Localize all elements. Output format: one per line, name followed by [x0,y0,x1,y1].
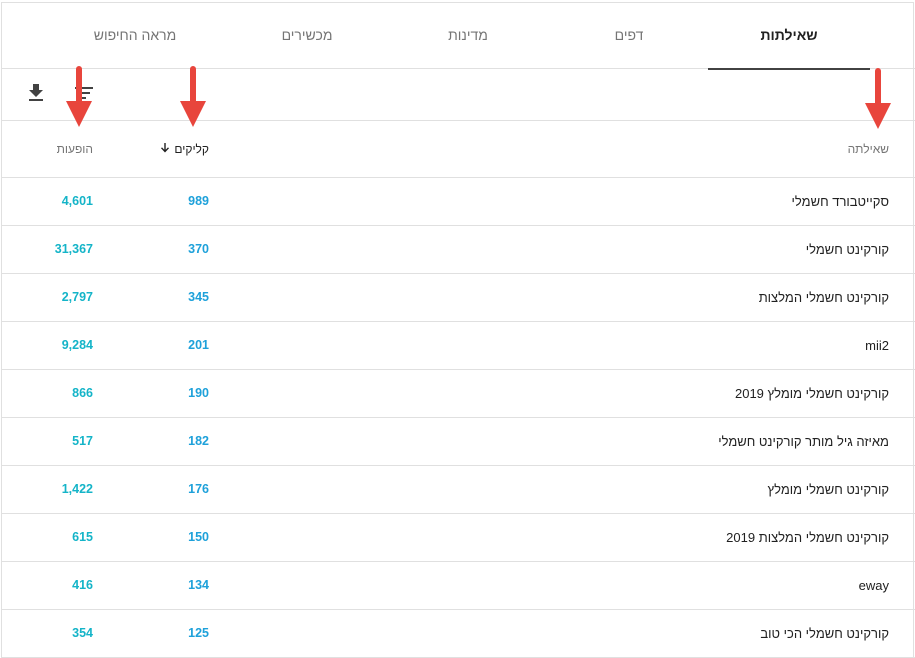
table-header: שאילתה קליקים הופעות [2,121,915,178]
tab-queries-label: שאילתות [760,27,818,43]
tab-search-appearance-label: מראה החיפוש [93,27,177,43]
tab-pages[interactable]: דפים [548,3,710,69]
tab-bar: שאילתות דפים מדינות מכשירים מראה החיפוש [2,3,915,70]
impressions-cell: 4,601 [61,194,93,208]
query-cell: מאיזה גיל מותר קורקינט חשמלי [718,434,889,449]
table-row[interactable]: קורקינט חשמלי המלצות 2019 150 615 [2,514,915,562]
table-row[interactable]: קורקינט חשמלי מומלץ 2019 190 866 [2,370,915,418]
query-cell: קורקינט חשמלי המלצות 2019 [726,530,889,545]
clicks-cell: 134 [188,578,209,592]
impressions-cell: 866 [72,386,93,400]
query-cell: mii2 [865,338,889,353]
table-row[interactable]: קורקינט חשמלי 370 31,367 [2,226,915,274]
table-row[interactable]: מאיזה גיל מותר קורקינט חשמלי 182 517 [2,418,915,466]
impressions-cell: 2,797 [61,290,93,304]
query-cell: קורקינט חשמלי הכי טוב [760,626,889,641]
table-body: סקייטבורד חשמלי 989 4,601 קורקינט חשמלי … [2,178,915,658]
annotation-arrow-impressions [66,66,92,127]
query-cell: קורקינט חשמלי המלצות [758,290,889,305]
clicks-cell: 150 [188,530,209,544]
clicks-cell: 989 [188,194,209,208]
annotation-arrow-query [865,68,891,129]
tab-queries[interactable]: שאילתות [708,3,870,70]
table-row[interactable]: סקייטבורד חשמלי 989 4,601 [2,178,915,226]
query-cell: קורקינט חשמלי [805,242,889,257]
query-cell: קורקינט חשמלי מומלץ 2019 [734,386,889,401]
column-header-clicks-label: קליקים [174,142,209,156]
table-toolbar [2,69,915,121]
tab-countries-label: מדינות [448,27,488,43]
annotation-arrow-clicks [180,66,206,127]
clicks-cell: 201 [188,338,209,352]
table-row[interactable]: קורקינט חשמלי מומלץ 176 1,422 [2,466,915,514]
clicks-cell: 176 [188,482,209,496]
clicks-cell: 182 [188,434,209,448]
query-cell: סקייטבורד חשמלי [791,194,889,209]
query-cell: קורקינט חשמלי מומלץ [767,482,889,497]
tab-devices-label: מכשירים [281,27,333,43]
clicks-cell: 345 [188,290,209,304]
impressions-cell: 416 [72,578,93,592]
clicks-cell: 125 [188,626,209,640]
impressions-cell: 1,422 [61,482,93,496]
tab-devices[interactable]: מכשירים [226,3,388,69]
impressions-cell: 615 [72,530,93,544]
clicks-cell: 190 [188,386,209,400]
impressions-cell: 354 [72,626,93,640]
table-row[interactable]: קורקינט חשמלי המלצות 345 2,797 [2,274,915,322]
clicks-cell: 370 [188,242,209,256]
performance-panel: שאילתות דפים מדינות מכשירים מראה החיפוש [1,2,915,658]
impressions-cell: 31,367 [54,242,93,256]
sort-descending-icon [155,142,174,156]
tab-search-appearance[interactable]: מראה החיפוש [54,3,216,69]
query-cell: eway [858,578,889,593]
table-row[interactable]: mii2 201 9,284 [2,322,915,370]
impressions-cell: 9,284 [61,338,93,352]
tab-countries[interactable]: מדינות [387,3,549,69]
tab-pages-label: דפים [614,27,644,43]
table-row[interactable]: eway 134 416 [2,562,915,610]
download-icon[interactable] [24,81,48,105]
impressions-cell: 517 [72,434,93,448]
table-row[interactable]: קורקינט חשמלי הכי טוב 125 354 [2,610,915,658]
